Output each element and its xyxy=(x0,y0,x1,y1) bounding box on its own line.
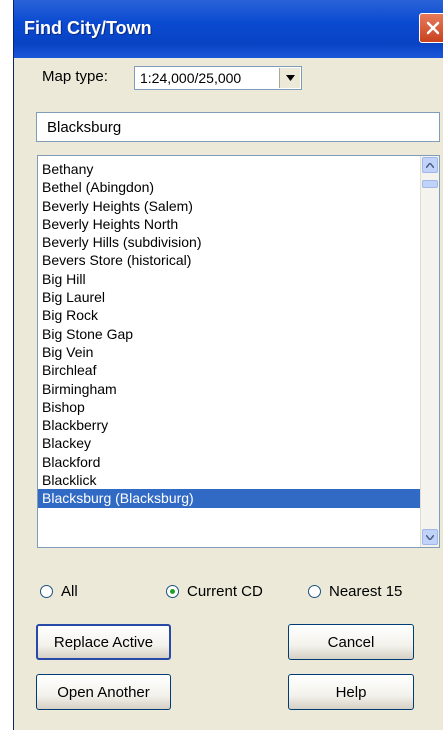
list-item[interactable]: Beverly Hills (subdivision) xyxy=(38,233,422,251)
filter-radio-group: All Current CD Nearest 15 xyxy=(14,583,443,607)
radio-all[interactable]: All xyxy=(40,583,78,600)
map-type-select[interactable]: 1:24,000/25,000 xyxy=(134,66,302,90)
dropdown-button[interactable] xyxy=(279,68,300,88)
background-window-edge xyxy=(0,0,14,730)
arrow-down-icon xyxy=(426,534,434,540)
list-item[interactable]: Big Stone Gap xyxy=(38,325,422,343)
radio-button-all[interactable] xyxy=(40,585,53,598)
help-button[interactable]: Help xyxy=(288,674,414,710)
scroll-down-button[interactable] xyxy=(422,529,438,545)
list-item[interactable]: Birmingham xyxy=(38,380,422,398)
city-search-input[interactable] xyxy=(36,112,440,142)
list-item[interactable]: Blackey xyxy=(38,434,422,452)
chevron-down-icon xyxy=(285,75,295,81)
cancel-button[interactable]: Cancel xyxy=(288,624,414,660)
list-item[interactable]: Bethany xyxy=(38,160,422,178)
city-listbox[interactable]: Bethany Bethel (Abingdon) Beverly Heights … xyxy=(37,155,440,548)
list-item[interactable]: Blacklick xyxy=(38,471,422,489)
arrow-up-icon xyxy=(426,162,434,168)
list-item[interactable]: Bethel (Abingdon) xyxy=(38,178,422,196)
map-type-value: 1:24,000/25,000 xyxy=(140,70,242,86)
dialog-title: Find City/Town xyxy=(24,18,152,38)
vertical-scrollbar[interactable] xyxy=(420,156,439,547)
find-city-dialog: Find City/Town Map type: 1:24,000/25,000… xyxy=(13,0,443,730)
list-item[interactable]: Beverly Heights (Salem) xyxy=(38,197,422,215)
list-item[interactable]: Blackford xyxy=(38,453,422,471)
list-item[interactable]: Bishop xyxy=(38,398,422,416)
radio-current-cd[interactable]: Current CD xyxy=(166,583,263,600)
radio-button-nearest[interactable] xyxy=(308,585,321,598)
radio-current-cd-label: Current CD xyxy=(187,583,263,600)
replace-active-button[interactable]: Replace Active xyxy=(36,624,171,660)
map-type-label: Map type: xyxy=(42,68,108,85)
list-item[interactable]: Birchleaf xyxy=(38,361,422,379)
radio-all-label: All xyxy=(61,583,78,600)
scroll-thumb[interactable] xyxy=(422,180,438,188)
list-item[interactable]: Blackberry xyxy=(38,416,422,434)
radio-nearest[interactable]: Nearest 15 xyxy=(308,583,402,600)
radio-button-current-cd[interactable] xyxy=(166,585,179,598)
list-item[interactable]: Big Laurel xyxy=(38,288,422,306)
close-button[interactable] xyxy=(419,13,443,43)
list-item[interactable]: Beverly Heights North xyxy=(38,215,422,233)
city-list: Bethany Bethel (Abingdon) Beverly Heights … xyxy=(38,160,422,508)
close-icon xyxy=(426,21,440,35)
open-another-button[interactable]: Open Another xyxy=(36,674,171,710)
list-item[interactable]: Big Vein xyxy=(38,343,422,361)
title-bar: Find City/Town xyxy=(14,0,443,58)
list-item[interactable]: Blacksburg (Blacksburg) xyxy=(38,489,422,508)
list-item[interactable]: Big Hill xyxy=(38,270,422,288)
scroll-up-button[interactable] xyxy=(422,157,438,173)
list-item[interactable]: Big Rock xyxy=(38,306,422,324)
radio-nearest-label: Nearest 15 xyxy=(329,583,403,600)
list-item[interactable]: Bevers Store (historical) xyxy=(38,251,422,269)
